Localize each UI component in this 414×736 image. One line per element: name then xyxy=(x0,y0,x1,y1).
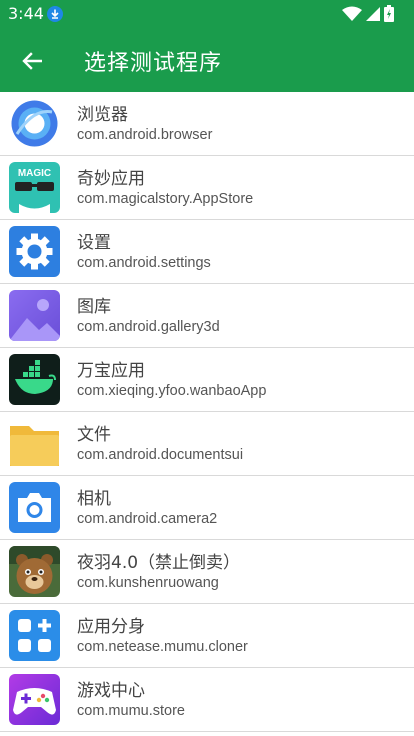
app-package: com.android.documentsui xyxy=(77,447,244,463)
list-item-settings[interactable]: 设置 com.android.settings xyxy=(0,220,414,284)
folder-icon xyxy=(9,418,60,469)
browser-icon xyxy=(9,98,60,149)
app-name: 游戏中心 xyxy=(77,681,145,701)
list-item-cloner[interactable]: 应用分身 com.netease.mumu.cloner xyxy=(0,604,414,668)
app-package: com.android.gallery3d xyxy=(77,319,220,335)
app-package: com.android.settings xyxy=(77,255,211,271)
download-icon xyxy=(47,6,63,22)
svg-text:MAGIC: MAGIC xyxy=(18,168,51,179)
list-item-camera[interactable]: 相机 com.android.camera2 xyxy=(0,476,414,540)
wifi-icon xyxy=(342,6,362,21)
cell-signal-icon xyxy=(366,6,380,21)
list-item-yeyu[interactable]: 夜羽4.0（禁止倒卖） com.kunshenruowang xyxy=(0,540,414,604)
list-item-browser[interactable]: 浏览器 com.android.browser xyxy=(0,92,414,156)
app-list: 浏览器 com.android.browser MAGIC 奇妙应用 com.m… xyxy=(0,92,414,732)
app-name: 文件 xyxy=(77,425,111,445)
app-name: 应用分身 xyxy=(77,617,145,637)
app-package: com.android.browser xyxy=(77,127,213,143)
battery-icon xyxy=(384,5,394,22)
page-title: 选择测试程序 xyxy=(84,51,223,76)
app-bar: 选择测试程序 xyxy=(0,28,414,92)
magic-app-icon: MAGIC xyxy=(9,162,60,213)
app-name: 万宝应用 xyxy=(77,361,145,381)
app-package: com.netease.mumu.cloner xyxy=(77,639,248,655)
list-item-files[interactable]: 文件 com.android.documentsui xyxy=(0,412,414,476)
status-time: 3:44 xyxy=(8,4,44,23)
list-item-magic-app[interactable]: MAGIC 奇妙应用 com.magicalstory.AppStore xyxy=(0,156,414,220)
app-name: 夜羽4.0（禁止倒卖） xyxy=(77,553,241,573)
app-package: com.xieqing.yfoo.wanbaoApp xyxy=(77,383,267,399)
back-button[interactable] xyxy=(14,46,50,76)
camera-icon xyxy=(9,482,60,533)
list-item-wanbao[interactable]: 万宝应用 com.xieqing.yfoo.wanbaoApp xyxy=(0,348,414,412)
whale-icon xyxy=(9,354,60,405)
arrow-back-icon xyxy=(22,52,42,70)
bear-icon xyxy=(9,546,60,597)
app-name: 相机 xyxy=(77,489,111,509)
app-package: com.android.camera2 xyxy=(77,511,218,527)
app-package: com.magicalstory.AppStore xyxy=(77,191,254,207)
gear-icon xyxy=(9,226,60,277)
list-item-game-center[interactable]: 游戏中心 com.mumu.store xyxy=(0,668,414,732)
app-name: 奇妙应用 xyxy=(77,169,145,189)
app-name: 浏览器 xyxy=(77,105,128,125)
gallery-icon xyxy=(9,290,60,341)
app-package: com.kunshenruowang xyxy=(77,575,219,591)
app-cloner-icon xyxy=(9,610,60,661)
app-name: 设置 xyxy=(77,233,111,253)
app-name: 图库 xyxy=(77,297,111,317)
list-item-gallery[interactable]: 图库 com.android.gallery3d xyxy=(0,284,414,348)
gamepad-icon xyxy=(9,674,60,725)
status-bar: 3:44 xyxy=(0,0,414,28)
app-package: com.mumu.store xyxy=(77,703,185,719)
